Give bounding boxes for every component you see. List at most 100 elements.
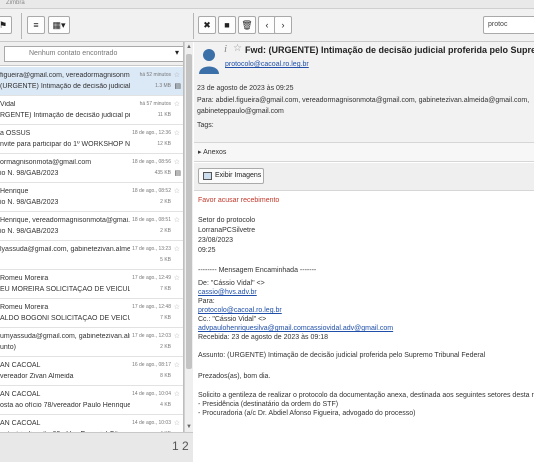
email-body-line: Prezados(as), bom dia. — [198, 373, 271, 380]
message-list-item[interactable]: Henrique, vereadormagnisonmota@gmai... io… — [0, 212, 183, 241]
scrollbar-thumb[interactable] — [186, 54, 192, 369]
message-subject: vereador Zivan Almeida — [0, 373, 74, 380]
message-subject: ALDO BOGONI SOLICITAÇÃO DE VEÍCULO E PED… — [0, 315, 130, 322]
next-button[interactable]: › — [274, 16, 292, 34]
archive-button[interactable]: ■ — [218, 16, 236, 34]
message-date: 14 de ago., 10:03 — [132, 420, 171, 426]
show-images-button[interactable]: Exibir Imagens — [198, 168, 264, 184]
message-list-item[interactable]: AN CACOAL osta ao ofício 78/vereador Paul… — [0, 386, 183, 415]
message-list-item[interactable]: lyassuda@gmail.com, gabinetezivan.almeid… — [0, 241, 183, 270]
images-bar: Exibir Imagens — [194, 163, 534, 191]
star-icon[interactable]: ☆ — [174, 303, 180, 311]
message-subject: osta ao ofício 78/vereador Paulo Henriqu… — [0, 402, 130, 409]
message-date: 17 de ago., 13:23 — [132, 246, 171, 252]
star-icon[interactable]: ☆ — [233, 43, 242, 54]
email-body-line: Cc.: "Cássio Vidal" <> — [198, 316, 267, 323]
message-list-item[interactable]: umyassuda@gmail.com, gabinetezivan.alm..… — [0, 328, 183, 357]
title-bar: Zimbra — [0, 0, 534, 9]
avatar — [199, 49, 219, 74]
message-size: 8 KB — [160, 373, 171, 379]
message-date: há 52 minutos — [139, 72, 171, 78]
message-list-item[interactable]: Vidal RGENTE) Intimação de decisão judici… — [0, 96, 183, 125]
contact-filter-select[interactable]: Nenhum contato encontrado ▾ — [4, 46, 183, 62]
chevron-right-icon: › — [281, 20, 285, 30]
message-list: figueira@gmail.com, vereadormagnisonmota… — [0, 67, 183, 444]
scroll-down-icon[interactable]: ▼ — [186, 424, 192, 430]
message-subject: RGENTE) Intimação de decisão judicial pr… — [0, 112, 130, 119]
star-icon[interactable]: ☆ — [174, 390, 180, 398]
message-size: 11 KB — [157, 112, 171, 118]
attachments-label: ▸ Anexos — [198, 149, 227, 156]
list-icon: ≡ — [33, 20, 39, 30]
message-date: 17 de ago., 12:49 — [132, 275, 171, 281]
message-sender: lyassuda@gmail.com, gabinetezivan.almeid… — [0, 246, 130, 253]
email-body-line: Recebida: 23 de agosto de 2023 às 09:18 — [198, 334, 328, 341]
delete-button[interactable]: ✖ — [198, 16, 216, 34]
flag-button[interactable]: ⚑ — [0, 16, 12, 34]
message-subject: io N. 98/GAB/2023 — [0, 170, 59, 177]
message-size: 2 KB — [160, 228, 171, 234]
scroll-up-icon[interactable]: ▲ — [186, 44, 192, 50]
page-numbers[interactable]: 1 2 — [172, 439, 189, 453]
message-sender: umyassuda@gmail.com, gabinetezivan.alm..… — [0, 333, 130, 340]
email-body-line: LorranaPCSilvetre — [198, 227, 256, 234]
archive-icon: ■ — [224, 20, 230, 30]
message-sender: Romeu Moreira — [0, 275, 49, 282]
reading-pane: i ☆ Fwd: (URGENTE) Intimação de decisão … — [194, 42, 534, 462]
calendar-button[interactable]: ▦▾ — [48, 16, 70, 34]
message-size: 4 KB — [160, 402, 171, 408]
star-icon[interactable]: ☆ — [174, 158, 180, 166]
message-date: 18 de ago., 08:52 — [132, 188, 171, 194]
message-list-item[interactable]: ormagnisonmota@gmail.com io N. 98/GAB/202… — [0, 154, 183, 183]
star-icon[interactable]: ☆ — [174, 361, 180, 369]
star-icon[interactable]: ☆ — [174, 187, 180, 195]
email-body-line: Favor acusar recebimento — [198, 197, 280, 204]
trash-button[interactable]: 🗑 — [238, 16, 256, 34]
message-list-item[interactable]: Romeu Moreira EU MOREIRA SOLICITAÇÃO DE V… — [0, 270, 183, 299]
message-list-item[interactable]: AN CACOAL vereador Zivan Almeida 16 de ago… — [0, 357, 183, 386]
star-icon[interactable]: ☆ — [174, 71, 180, 79]
show-images-label: Exibir Imagens — [215, 172, 262, 179]
message-sender: a OSSUS — [0, 130, 31, 137]
toolbar-divider — [193, 13, 194, 39]
message-sender: Romeu Moreira — [0, 304, 49, 311]
message-sender: Vidal — [0, 101, 16, 108]
star-icon[interactable]: ☆ — [174, 245, 180, 253]
star-icon[interactable]: ☆ — [174, 332, 180, 340]
sender-email[interactable]: protocolo@cacoal.ro.leg.br — [225, 61, 309, 68]
star-icon[interactable]: ☆ — [174, 419, 180, 427]
message-list-item[interactable]: a OSSUS nvite para participar do 1º WORKS… — [0, 125, 183, 154]
star-icon[interactable]: ☆ — [174, 100, 180, 108]
star-icon[interactable]: ☆ — [174, 129, 180, 137]
email-date: 23 de agosto de 2023 às 09:25 — [197, 85, 294, 92]
message-list-item[interactable]: Romeu Moreira ALDO BOGONI SOLICITAÇÃO DE … — [0, 299, 183, 328]
message-subject: unto) — [0, 344, 16, 351]
message-date: 16 de ago., 08:17 — [132, 362, 171, 368]
message-size: 2 KB — [160, 344, 171, 350]
email-header: i ☆ Fwd: (URGENTE) Intimação de decisão … — [194, 42, 534, 142]
chevron-down-icon: ▾ — [175, 48, 180, 57]
pagination-bar: 1 2 — [0, 432, 193, 462]
list-view-button[interactable]: ≡ — [27, 16, 45, 34]
message-subject: nvite para participar do 1º WORKSHOP NAC… — [0, 141, 130, 148]
message-list-pane: Nenhum contato encontrado ▾ figueira@gma… — [0, 42, 184, 462]
search-input[interactable]: protoc — [483, 16, 534, 34]
message-date: 18 de ago., 08:56 — [132, 159, 171, 165]
info-icon[interactable]: i — [224, 43, 227, 55]
email-body-link[interactable]: protocolo@cacoal.ro.leg.br — [198, 307, 282, 314]
message-sender: AN CACOAL — [0, 362, 41, 369]
message-list-item[interactable]: Henrique io N. 98/GAB/2023 18 de ago., 08:… — [0, 183, 183, 212]
email-body-link[interactable]: advpaulohenriquesilva@gmail.comcassiovid… — [198, 325, 393, 332]
message-list-scrollbar[interactable]: ▲ ▼ — [184, 42, 193, 432]
message-subject: (URGENTE) Intimação de decisão judicial … — [0, 83, 130, 90]
message-size: 7 KB — [160, 315, 171, 321]
star-icon[interactable]: ☆ — [174, 274, 180, 282]
message-date: 14 de ago., 10:04 — [132, 391, 171, 397]
star-icon[interactable]: ☆ — [174, 216, 180, 224]
attachments-toggle[interactable]: ▸ Anexos — [194, 142, 534, 162]
message-list-item[interactable]: figueira@gmail.com, vereadormagnisonmota… — [0, 67, 183, 96]
contact-filter-placeholder: Nenhum contato encontrado — [29, 50, 118, 57]
email-body-link[interactable]: cassio@hvs.adv.br — [198, 289, 257, 296]
trash-icon: 🗑 — [241, 19, 253, 30]
toolbar: ⚑ ≡ ▦▾ ✖ ■ 🗑 ‹ › protoc — [0, 9, 534, 42]
